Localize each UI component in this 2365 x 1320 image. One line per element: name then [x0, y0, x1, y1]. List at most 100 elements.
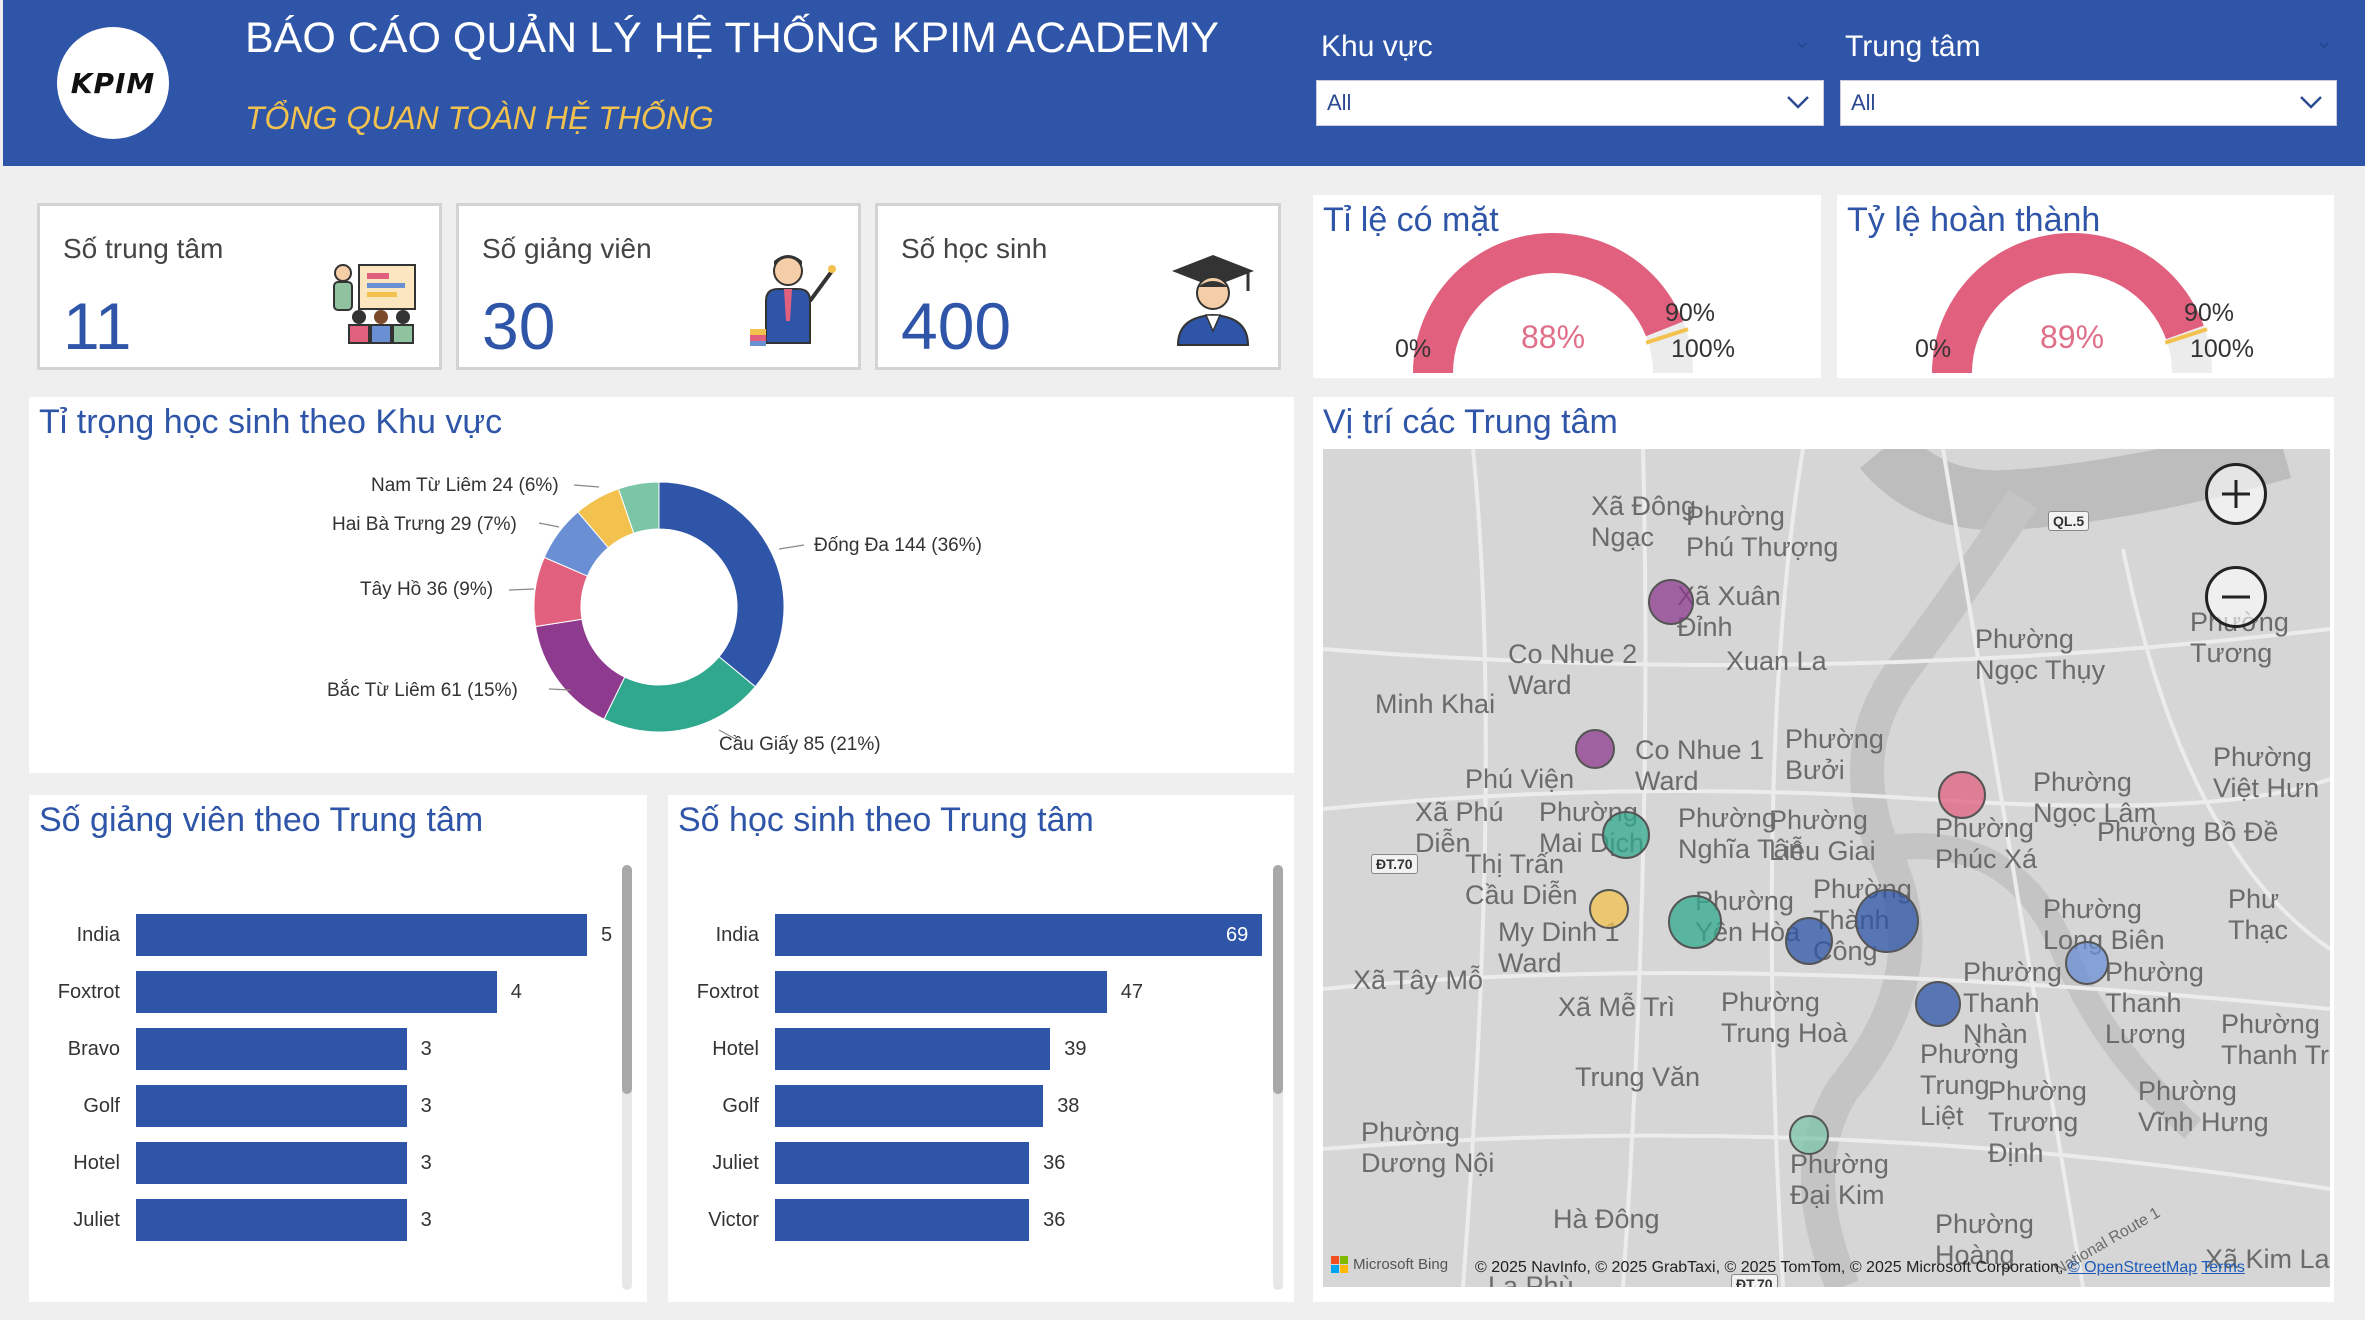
gauge-target-label: 90%	[2184, 299, 2235, 327]
bar-row[interactable]: Victor 36	[708, 1199, 1262, 1241]
map-center-marker[interactable]	[1855, 889, 1919, 953]
map-place-label: Co Nhue 2 Ward	[1508, 639, 1638, 700]
filter-center-collapse-icon[interactable]: ⌄	[2315, 28, 2333, 54]
bar-row[interactable]: Bravo 3	[68, 1028, 587, 1070]
map-center-marker[interactable]	[1668, 895, 1722, 949]
zoom-in-button[interactable]	[2205, 463, 2267, 525]
gauge-min-label: 0%	[1915, 335, 1952, 363]
bar[interactable]	[775, 1199, 1030, 1241]
road-badge-ql5: QL.5	[2048, 511, 2090, 531]
map-center-marker[interactable]	[1915, 981, 1961, 1027]
bar-row[interactable]: Hotel 39	[712, 1028, 1262, 1070]
map-canvas[interactable]: Xã Đông Ngạc Phường Phú Thượng Xã Xuân Đỉnh Ph…	[1323, 449, 2330, 1287]
map-center-marker[interactable]	[1589, 889, 1629, 929]
bar-value-label: 3	[420, 1038, 432, 1060]
map-center-marker[interactable]	[1938, 771, 1986, 819]
map-center-marker[interactable]	[1648, 579, 1694, 625]
kpi-card-students[interactable]: Số học sinh 400	[875, 203, 1281, 370]
logo-text: KPIM	[70, 66, 156, 100]
bar[interactable]	[775, 971, 1107, 1013]
teachers-bar-chart-card[interactable]: Số giảng viên theo Trung tâm India 5 Foxtr…	[29, 795, 647, 1302]
bar[interactable]	[775, 914, 1262, 956]
bar-value-label: 5	[601, 924, 613, 946]
bing-attribution: Microsoft Bing	[1331, 1256, 1448, 1273]
filter-area-collapse-icon[interactable]: ⌄	[1793, 28, 1811, 54]
bar[interactable]	[775, 1085, 1044, 1127]
map-place-label: Co Nhue 1 Ward	[1635, 735, 1765, 796]
students-bar-chart-card[interactable]: Số học sinh theo Trung tâm India 69 Foxtro…	[668, 795, 1294, 1302]
scrollbar-thumb[interactable]	[622, 865, 632, 1094]
bar-category-label: India	[76, 924, 120, 946]
map-center-marker[interactable]	[2065, 941, 2109, 985]
bar-category-label: India	[715, 924, 759, 946]
bar-category-label: Juliet	[73, 1209, 120, 1231]
donut-slice	[603, 656, 757, 733]
bar-row[interactable]: Foxtrot 4	[58, 971, 587, 1013]
donut-label-bac-tu-liem: Bắc Từ Liêm 61 (15%)	[327, 680, 518, 701]
bar[interactable]	[136, 914, 587, 956]
bar-category-label: Golf	[83, 1095, 120, 1117]
kpi-value: 400	[901, 289, 1012, 363]
bar[interactable]	[775, 1142, 1030, 1184]
bar[interactable]	[136, 1085, 407, 1127]
scrollbar-track[interactable]	[622, 865, 632, 1290]
terms-link[interactable]: Terms	[2201, 1259, 2245, 1276]
map-place-label: Phú Viện	[1465, 764, 1575, 794]
map-place-label: Hà Đông	[1553, 1204, 1660, 1234]
filter-center-value: All	[1851, 90, 1876, 115]
map-place-label: Phường Phúc Xá	[1935, 813, 2038, 874]
map-place-label: Xã Đông Ngạc	[1591, 491, 1697, 552]
bar-value-label: 4	[510, 981, 522, 1003]
map-place-label: Phường Phú Thượng	[1686, 501, 1839, 562]
bar-row[interactable]: Foxtrot 47	[697, 971, 1262, 1013]
bar-category-label: Hotel	[712, 1038, 759, 1060]
map-place-label: Xã Tây Mỗ	[1353, 965, 1484, 995]
scrollbar-track[interactable]	[1273, 865, 1283, 1290]
gauge-target-label: 90%	[1665, 299, 1716, 327]
bar-row[interactable]: Juliet 3	[73, 1199, 587, 1241]
scrollbar-thumb[interactable]	[1273, 865, 1283, 1094]
map-center-marker[interactable]	[1602, 811, 1650, 859]
bar[interactable]	[775, 1028, 1051, 1070]
kpi-card-centers[interactable]: Số trung tâm 11	[37, 203, 442, 370]
road-badge-dt70: ĐT.70	[1371, 854, 1418, 874]
bar[interactable]	[136, 1199, 407, 1241]
bar-value-label: 3	[420, 1152, 432, 1174]
bar[interactable]	[136, 1028, 407, 1070]
bar-row[interactable]: Golf 3	[83, 1085, 587, 1127]
map-place-label: Trung Văn	[1575, 1062, 1701, 1092]
map-center-marker[interactable]	[1575, 729, 1615, 769]
donut-slice	[658, 481, 785, 688]
bar-category-label: Juliet	[712, 1152, 759, 1174]
report-subtitle: TỔNG QUAN TOÀN HỆ THỐNG	[245, 100, 714, 136]
plus-icon	[2222, 480, 2250, 508]
filter-center-dropdown[interactable]: All	[1840, 80, 2337, 126]
bar-row[interactable]: Golf 38	[722, 1085, 1262, 1127]
donut-label-hai-ba-trung: Hai Bà Trưng 29 (7%)	[332, 514, 517, 535]
filter-area-dropdown[interactable]: All	[1316, 80, 1824, 126]
kpi-card-teachers[interactable]: Số giảng viên 30	[456, 203, 861, 370]
map-place-label: Xuan La	[1726, 646, 1827, 676]
zoom-out-button[interactable]	[2205, 566, 2267, 628]
bar[interactable]	[136, 1142, 407, 1184]
bar-row[interactable]: India 5	[77, 914, 612, 956]
filter-center-label: Trung tâm	[1845, 30, 1981, 63]
bar-row[interactable]: Hotel 3	[73, 1142, 587, 1184]
map-place-label: Phường Đại Kim	[1790, 1149, 1889, 1210]
bar-row[interactable]: Juliet 36	[712, 1142, 1262, 1184]
donut-leader-line	[573, 484, 600, 488]
bar-row[interactable]: India 69	[716, 914, 1262, 956]
osm-link[interactable]: © OpenStreetMap	[2068, 1259, 2197, 1276]
map-place-label: Phường Thanh Nhàn	[1963, 957, 2062, 1049]
gauge-attendance-card[interactable]: Tỉ lệ có mặt 0% 88% 90% 100%	[1313, 195, 1821, 378]
chart-title: Số giảng viên theo Trung tâm	[39, 801, 484, 839]
map-center-marker[interactable]	[1789, 1115, 1829, 1155]
copyright-text: © 2025 NavInfo, © 2025 GrabTaxi, © 2025 …	[1475, 1259, 2068, 1276]
map-place-label: Thị Trấn Cầu Diễn	[1465, 849, 1578, 910]
bar[interactable]	[136, 971, 497, 1013]
microsoft-logo-icon	[1331, 1256, 1348, 1273]
gauge-completion-card[interactable]: Tỷ lệ hoàn thành 0% 89% 90% 100%	[1837, 195, 2334, 378]
donut-chart-card[interactable]: Tỉ trọng học sinh theo Khu vực Đống Đa 1…	[29, 397, 1294, 773]
map-center-marker[interactable]	[1785, 917, 1833, 965]
map-card[interactable]: Vị trí các Trung tâm Xã Đông Ngạc Phường…	[1313, 397, 2334, 1302]
